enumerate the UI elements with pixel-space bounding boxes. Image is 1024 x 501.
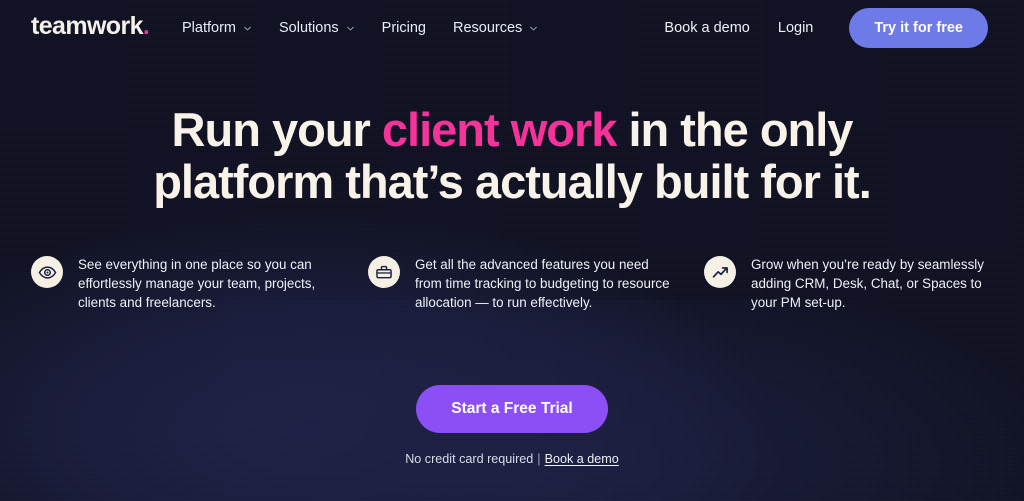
top-navigation-bar: teamwork. Platform Solutions Pricing Res… — [0, 0, 1024, 56]
brand-logo-text: teamwork — [31, 12, 144, 40]
headline-line-2: platform that’s actually built for it. — [153, 155, 872, 208]
cta-note: No credit card required | Book a demo — [0, 452, 1024, 466]
nav-item-platform[interactable]: Platform — [182, 20, 252, 36]
chevron-down-icon — [346, 26, 354, 30]
nav-item-pricing-label: Pricing — [381, 20, 426, 36]
hero-headline: Run your client work in the only platfor… — [0, 104, 1024, 208]
nav-item-pricing[interactable]: Pricing — [382, 20, 426, 36]
nav-item-resources[interactable]: Resources — [453, 20, 538, 36]
feature-list: See everything in one place so you can e… — [0, 255, 1024, 312]
nav-book-demo-link[interactable]: Book a demo — [664, 20, 749, 36]
feature-text-advanced-features: Get all the advanced features you need f… — [415, 257, 670, 310]
nav-item-solutions[interactable]: Solutions — [279, 20, 355, 36]
start-free-trial-button[interactable]: Start a Free Trial — [416, 385, 608, 433]
briefcase-icon — [368, 256, 400, 288]
brand-logo-dot: . — [142, 12, 150, 40]
cta-section: Start a Free Trial — [0, 385, 1024, 433]
nav-login-link[interactable]: Login — [778, 20, 813, 36]
nav-item-platform-label: Platform — [182, 20, 236, 36]
brand-logo[interactable]: teamwork. — [31, 12, 150, 40]
feature-text-growth: Grow when you’re ready by seamlessly add… — [751, 257, 984, 310]
try-it-for-free-button[interactable]: Try it for free — [849, 7, 988, 49]
eye-icon — [31, 256, 63, 288]
headline-part-1: Run your — [171, 103, 382, 156]
cta-note-text: No credit card required — [405, 452, 534, 466]
primary-nav-links: Platform Solutions Pricing Resources — [182, 0, 538, 56]
trending-up-icon — [704, 256, 736, 288]
chevron-down-icon — [244, 26, 251, 30]
feature-item-advanced-features: Get all the advanced features you need f… — [368, 255, 673, 312]
headline-part-2: in the only — [616, 103, 853, 156]
nav-item-solutions-label: Solutions — [279, 20, 339, 36]
cta-book-demo-link[interactable]: Book a demo — [545, 452, 619, 466]
feature-item-growth: Grow when you’re ready by seamlessly add… — [704, 255, 1004, 312]
cta-note-separator: | — [537, 452, 541, 466]
nav-actions: Book a demo Login Try it for free — [664, 0, 988, 56]
headline-accent-text: client work — [381, 103, 618, 156]
hero-page: teamwork. Platform Solutions Pricing Res… — [0, 0, 1024, 501]
nav-item-resources-label: Resources — [452, 20, 523, 36]
chevron-down-icon — [530, 26, 538, 30]
feature-text-visibility: See everything in one place so you can e… — [78, 257, 316, 310]
feature-item-visibility: See everything in one place so you can e… — [31, 255, 336, 312]
